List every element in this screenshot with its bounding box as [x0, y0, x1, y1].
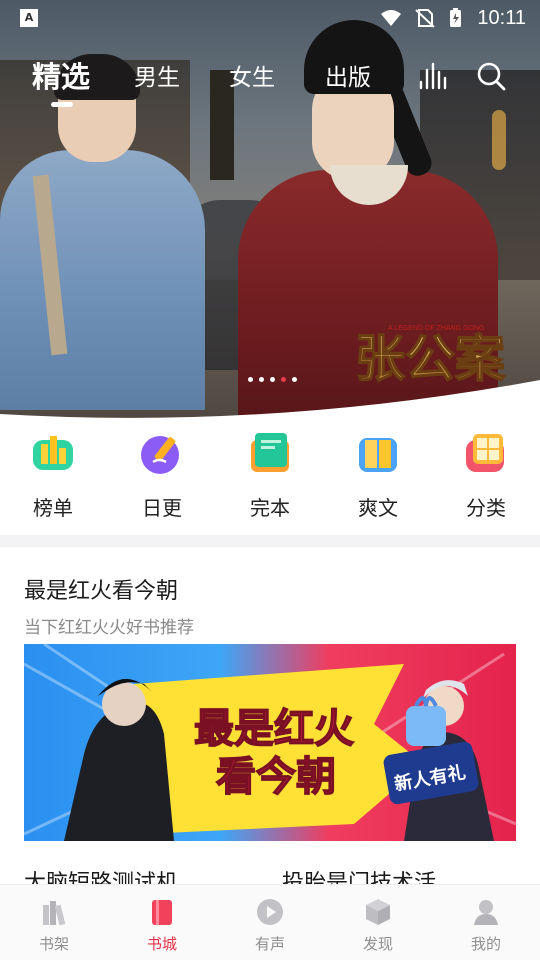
banner-logo-subtext: A LEGEND OF ZHANG GONG	[388, 325, 484, 332]
status-time: 10:11	[477, 7, 526, 29]
bottom-tab-profile[interactable]: 我的	[446, 897, 526, 954]
bottom-tab-label: 我的	[470, 935, 501, 953]
bottom-tab-label: 书架	[38, 935, 69, 953]
category-ranking[interactable]: 榜单	[13, 430, 93, 521]
promo-banner[interactable]: 最是红火 看今朝 新人有礼	[24, 644, 516, 841]
category-classify[interactable]: 分类	[446, 430, 526, 521]
finished-book-icon	[247, 430, 293, 476]
banner-lantern	[492, 110, 506, 170]
app-screen: 张公案 A LEGEND OF ZHANG GONG A 10:11 精选 男生…	[0, 0, 540, 960]
category-row: 榜单 日更 完本 爽文 分类	[0, 420, 540, 535]
profile-icon	[471, 897, 501, 927]
open-book-icon	[355, 430, 401, 476]
promo-headline-line1: 最是红火	[194, 706, 354, 752]
tab-active-indicator	[51, 102, 73, 107]
tab-published[interactable]: 出版	[325, 58, 371, 92]
banner-bottom-curve	[0, 370, 540, 420]
wifi-icon	[381, 10, 401, 26]
tab-male[interactable]: 男生	[134, 58, 180, 92]
recommend-section: 最是红火看今朝 当下红红火火好书推荐 最是红火 看今朝 新人有礼	[0, 547, 540, 896]
bottom-tab-bar: 书架 书城 有声 发现 我的	[0, 884, 540, 960]
category-label: 完本	[250, 496, 290, 520]
bottom-tab-label: 发现	[362, 935, 393, 953]
section-subtitle: 当下红红火火好书推荐	[24, 618, 194, 638]
ranking-bars-icon[interactable]	[416, 60, 448, 92]
daily-update-icon	[139, 430, 185, 476]
bookshelf-icon	[39, 897, 69, 927]
category-label: 榜单	[33, 496, 73, 520]
category-label: 分类	[466, 496, 506, 520]
ranking-icon	[30, 430, 76, 476]
bookstore-icon	[147, 897, 177, 927]
bottom-tab-bookstore[interactable]: 书城	[122, 897, 202, 954]
status-bar: A 10:11	[0, 0, 540, 38]
category-label: 爽文	[358, 496, 398, 520]
audio-play-icon	[255, 897, 285, 927]
bottom-tab-discover[interactable]: 发现	[338, 897, 418, 954]
category-daily-update[interactable]: 日更	[122, 430, 202, 521]
section-divider	[0, 535, 540, 547]
bottom-tab-audio[interactable]: 有声	[230, 897, 310, 954]
section-title: 最是红火看今朝	[24, 579, 179, 604]
bottom-tab-label: 有声	[254, 935, 285, 953]
category-thrill[interactable]: 爽文	[338, 430, 418, 521]
discover-cube-icon	[363, 897, 393, 927]
category-label: 日更	[142, 496, 182, 520]
top-nav: 精选 男生 女生 出版	[0, 50, 540, 110]
category-finished[interactable]: 完本	[230, 430, 310, 521]
search-icon[interactable]	[475, 60, 507, 92]
category-grid-icon	[463, 430, 509, 476]
battery-charging-icon	[450, 8, 461, 27]
tab-female[interactable]: 女生	[229, 58, 275, 92]
app-notification-icon: A	[20, 9, 38, 27]
bottom-tab-bookshelf[interactable]: 书架	[14, 897, 94, 954]
promo-headline-line2: 看今朝	[216, 754, 336, 800]
tab-featured[interactable]: 精选	[32, 54, 90, 96]
bottom-tab-label: 书城	[146, 935, 177, 953]
no-sim-icon	[415, 9, 435, 28]
